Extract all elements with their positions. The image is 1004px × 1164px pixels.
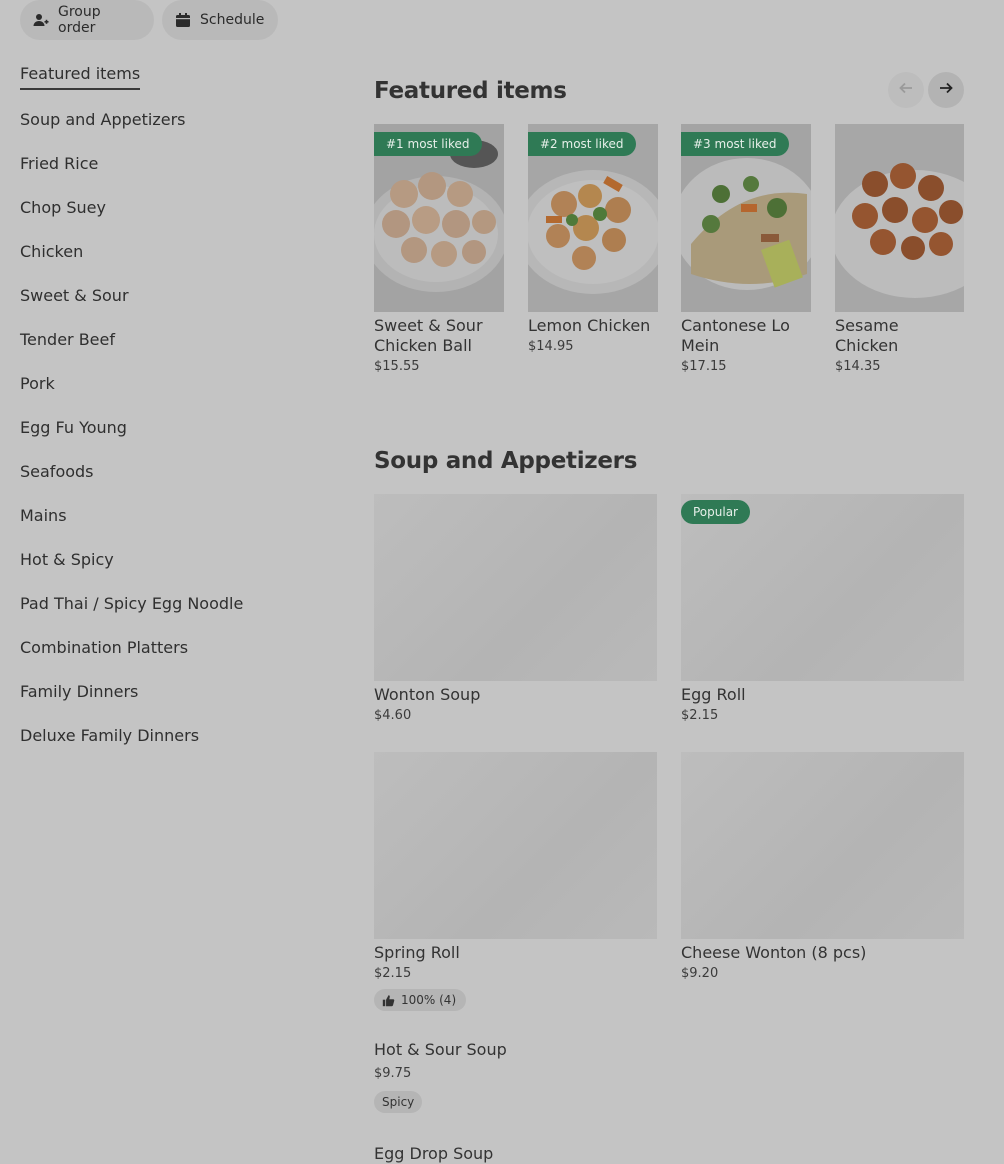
- featured-item-card[interactable]: #2 most liked Lemon Chicken $14.95: [528, 124, 658, 354]
- sidebar-item-tender-beef[interactable]: Tender Beef: [20, 330, 115, 350]
- menu-item-card[interactable]: Popular Egg Roll $2.15: [681, 494, 964, 723]
- popular-badge: Popular: [681, 500, 750, 524]
- item-name: Lemon Chicken: [528, 316, 651, 335]
- carousel-prev-button[interactable]: [888, 72, 924, 108]
- item-name: Egg Drop Soup: [374, 1144, 494, 1163]
- item-name: Spring Roll: [374, 943, 460, 962]
- carousel-next-button[interactable]: [928, 72, 964, 108]
- sidebar-item-combination-platters[interactable]: Combination Platters: [20, 638, 188, 658]
- item-name: Wonton Soup: [374, 685, 481, 704]
- featured-item-card[interactable]: #3 most liked Cantonese Lo Mein $17.15: [681, 124, 811, 374]
- item-name: Hot & Sour Soup: [374, 1040, 507, 1059]
- sidebar-item-soup-and-appetizers[interactable]: Soup and Appetizers: [20, 110, 186, 130]
- featured-item-card[interactable]: Sesame Chicken $14.35: [835, 124, 964, 374]
- item-price: $9.75: [374, 1066, 412, 1081]
- food-photo: #3 most liked: [681, 124, 811, 312]
- item-price: $15.55: [374, 359, 420, 374]
- thumbs-up-icon: [382, 994, 395, 1007]
- featured-section-title: Featured items: [374, 78, 567, 104]
- sidebar-item-sweet-and-sour[interactable]: Sweet & Sour: [20, 286, 129, 306]
- spicy-tag: Spicy: [374, 1091, 423, 1113]
- menu-item-card[interactable]: Egg Drop Soup: [374, 1140, 657, 1164]
- menu-item-card[interactable]: Hot & Sour Soup $9.75 Spicy: [374, 1036, 657, 1113]
- sidebar-item-pad-thai[interactable]: Pad Thai / Spicy Egg Noodle: [20, 594, 243, 614]
- group-order-label: Group order: [58, 4, 101, 36]
- sidebar-item-mains[interactable]: Mains: [20, 506, 67, 526]
- item-price: $4.60: [374, 708, 412, 723]
- most-liked-badge: #2 most liked: [528, 132, 636, 156]
- person-plus-icon: [33, 12, 49, 28]
- sidebar-item-egg-fu-young[interactable]: Egg Fu Young: [20, 418, 127, 438]
- sidebar-item-chop-suey[interactable]: Chop Suey: [20, 198, 106, 218]
- item-price: $17.15: [681, 359, 727, 374]
- rating-text: 100% (4): [401, 993, 457, 1007]
- food-photo: #1 most liked: [374, 124, 504, 312]
- menu-item-card[interactable]: Cheese Wonton (8 pcs) $9.20: [681, 752, 964, 981]
- item-price: $2.15: [681, 708, 719, 723]
- item-name: Egg Roll: [681, 685, 746, 704]
- calendar-icon: [175, 12, 191, 28]
- food-photo-placeholder: Popular: [681, 494, 964, 681]
- food-photo-placeholder: [374, 752, 657, 939]
- group-order-button[interactable]: Group order: [20, 0, 154, 40]
- item-name: Cheese Wonton (8 pcs): [681, 943, 867, 962]
- menu-item-card[interactable]: Spring Roll $2.15 100% (4): [374, 752, 657, 1011]
- sidebar-item-pork[interactable]: Pork: [20, 374, 55, 394]
- most-liked-badge: #1 most liked: [374, 132, 482, 156]
- most-liked-badge: #3 most liked: [681, 132, 789, 156]
- food-photo-placeholder: [681, 752, 964, 939]
- schedule-label: Schedule: [200, 12, 265, 28]
- item-price: $2.15: [374, 966, 412, 981]
- food-photo: [835, 124, 964, 312]
- sidebar-item-seafoods[interactable]: Seafoods: [20, 462, 94, 482]
- item-name: Sesame Chicken: [835, 316, 899, 355]
- food-photo-placeholder: [374, 494, 657, 681]
- sidebar-item-deluxe-family-dinners[interactable]: Deluxe Family Dinners: [20, 726, 199, 746]
- menu-item-card[interactable]: Wonton Soup $4.60: [374, 494, 657, 723]
- soup-section-title: Soup and Appetizers: [374, 448, 638, 474]
- featured-item-card[interactable]: #1 most liked Sweet & Sour Chicken Ball …: [374, 124, 504, 374]
- schedule-button[interactable]: Schedule: [162, 0, 278, 40]
- rating-badge: 100% (4): [374, 989, 467, 1011]
- arrow-left-icon: [898, 80, 914, 100]
- sidebar-item-hot-and-spicy[interactable]: Hot & Spicy: [20, 550, 114, 570]
- arrow-right-icon: [938, 80, 954, 100]
- item-name: Sweet & Sour Chicken Ball: [374, 316, 483, 355]
- sidebar-item-chicken[interactable]: Chicken: [20, 242, 83, 262]
- sidebar-item-fried-rice[interactable]: Fried Rice: [20, 154, 98, 174]
- item-price: $9.20: [681, 966, 719, 981]
- item-price: $14.35: [835, 359, 881, 374]
- sidebar-item-featured-items[interactable]: Featured items: [20, 64, 141, 90]
- food-photo: #2 most liked: [528, 124, 658, 312]
- item-name: Cantonese Lo Mein: [681, 316, 790, 355]
- sidebar-item-family-dinners[interactable]: Family Dinners: [20, 682, 138, 702]
- item-price: $14.95: [528, 339, 574, 354]
